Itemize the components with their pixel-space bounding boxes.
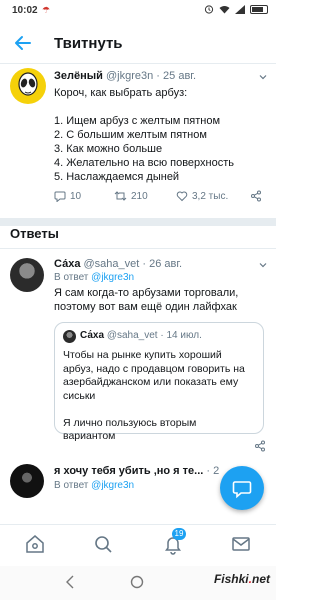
avatar[interactable] [10, 258, 44, 292]
share-icon [251, 190, 261, 202]
separator-dot: · [206, 465, 211, 477]
reply-count: 10 [70, 190, 82, 202]
like-count: 3,2 тыс. [192, 190, 229, 202]
author-handle: @saha_vet [106, 330, 158, 341]
reply-line: поэтому вот вам ещё один лайфхак [54, 301, 237, 313]
quote-date: 14 июл. [166, 330, 202, 341]
retweet-icon [114, 191, 127, 201]
retweet-count: 210 [131, 190, 148, 202]
watermark-text: Fishki [213, 572, 249, 586]
main-tweet[interactable]: Зелёный @jkgre3n · 25 авг. Короч, как вы… [0, 64, 276, 216]
separator-dot: · [160, 330, 164, 341]
in-reply-handle[interactable]: @jkgre3n [91, 480, 134, 491]
in-reply-prefix: В ответ [54, 480, 89, 491]
wifi-icon [219, 5, 230, 13]
section-divider [0, 218, 276, 226]
quote-line: сиськи [63, 389, 96, 402]
reply-date: 2 [213, 465, 220, 477]
reply-tweet[interactable]: Са́ха @saha_vet · 26 авг. В ответ @jkgre… [0, 252, 276, 457]
battery-icon [250, 4, 268, 14]
divider-line [0, 248, 276, 249]
tweet-line: 5. Наслаждаемся дыней [54, 171, 180, 183]
chevron-down-icon[interactable] [258, 72, 268, 82]
reply-author[interactable]: Са́ха @saha_vet · 26 авг. [54, 258, 182, 270]
tweet-actions: 10 210 3,2 тыс. [54, 190, 266, 204]
quote-text: Чтобы на рынке купить хороший арбуз, над… [63, 349, 259, 444]
quote-line: Я лично пользуюсь вторым [63, 416, 197, 429]
reply-date: 26 авг. [149, 258, 183, 270]
chevron-down-icon[interactable] [258, 260, 268, 270]
author-name: Са́ха [80, 330, 105, 341]
tweet-line: 2. С большим желтым пятном [54, 129, 207, 141]
mail-icon[interactable] [230, 533, 252, 555]
quoted-tweet[interactable]: Са́ха @saha_vet · 14 июл. Чтобы на рынке… [54, 322, 264, 442]
separator-dot: · [142, 258, 147, 270]
back-arrow-icon[interactable] [12, 32, 34, 54]
status-bar: 10:02 ☂ [0, 0, 276, 22]
tweet-line: Короч, как выбрать арбуз: [54, 87, 188, 99]
like-button[interactable]: 3,2 тыс. [176, 190, 228, 202]
in-reply-handle[interactable]: @jkgre3n [91, 272, 134, 283]
tweet-line: 1. Ищем арбуз с желтым пятном [54, 115, 221, 127]
signal-icon [235, 4, 245, 14]
in-reply-prefix: В ответ [54, 272, 89, 283]
tweet-author[interactable]: Зелёный @jkgre3n · 25 авг. [54, 70, 196, 82]
share-button[interactable] [250, 190, 262, 202]
quote-line: Чтобы на рынке купить хороший [63, 349, 222, 361]
watermark: Fishki.net [214, 572, 270, 586]
reply-actions [54, 440, 266, 454]
bottom-tab-bar: 19 [0, 524, 276, 564]
umbrella-icon: ☂ [42, 5, 51, 15]
alien-icon [18, 72, 38, 96]
retweet-button[interactable]: 210 [114, 190, 148, 202]
tab-notifications[interactable]: 19 [162, 528, 186, 555]
page-title: Твитнуть [54, 35, 123, 52]
reply-icon [54, 191, 66, 202]
status-time: 10:02 [12, 5, 38, 16]
nav-home-icon[interactable] [130, 575, 144, 589]
chat-bubble-icon [232, 481, 252, 499]
reply-line: Я сам когда-то арбузами торговали, [54, 287, 239, 299]
tweet-text: Короч, как выбрать арбуз: 1. Ищем арбуз … [54, 86, 266, 184]
author-name[interactable]: Зелёный [54, 70, 103, 82]
watermark-suffix: net [252, 572, 270, 586]
author-name[interactable]: Са́ха [54, 258, 80, 270]
share-icon[interactable] [254, 440, 266, 452]
avatar[interactable] [10, 68, 46, 104]
home-icon[interactable] [24, 533, 46, 555]
separator-dot: · [156, 70, 160, 82]
in-reply-to: В ответ @jkgre3n [54, 480, 134, 491]
app-header: Твитнуть [0, 24, 276, 64]
heart-icon [176, 191, 188, 202]
reply-author[interactable]: я хочу тебя убить ,но я те... · 2 [54, 465, 219, 477]
tweet-line: 4. Желательно на всю поверхность [54, 157, 235, 169]
quote-author: Са́ха @saha_vet · 14 июл. [80, 330, 202, 341]
alarm-icon [204, 5, 214, 14]
status-icons [204, 4, 268, 14]
tweet-date: 25 авг. [163, 70, 197, 82]
author-name[interactable]: я хочу тебя убить ,но я те... [54, 465, 203, 477]
nav-back-icon[interactable] [64, 575, 76, 589]
author-handle[interactable]: @saha_vet [84, 258, 140, 270]
quote-line: арбуз, надо с продавцом говорить на [63, 362, 245, 375]
author-handle[interactable]: @jkgre3n [106, 70, 153, 82]
quote-line: азербайджанском или показать ему [63, 376, 239, 388]
compose-button[interactable] [220, 466, 264, 510]
reply-text: Я сам когда-то арбузами торговали, поэто… [54, 286, 266, 314]
tweet-line [54, 100, 266, 114]
avatar [63, 330, 76, 343]
replies-heading: Ответы [10, 226, 59, 241]
quote-line [63, 403, 259, 417]
reply-button[interactable]: 10 [54, 190, 81, 202]
tweet-line: 3. Как можно больше [54, 143, 163, 155]
search-icon[interactable] [92, 533, 114, 555]
avatar[interactable] [10, 464, 44, 498]
in-reply-to: В ответ @jkgre3n [54, 272, 134, 283]
notification-badge: 19 [172, 528, 186, 540]
